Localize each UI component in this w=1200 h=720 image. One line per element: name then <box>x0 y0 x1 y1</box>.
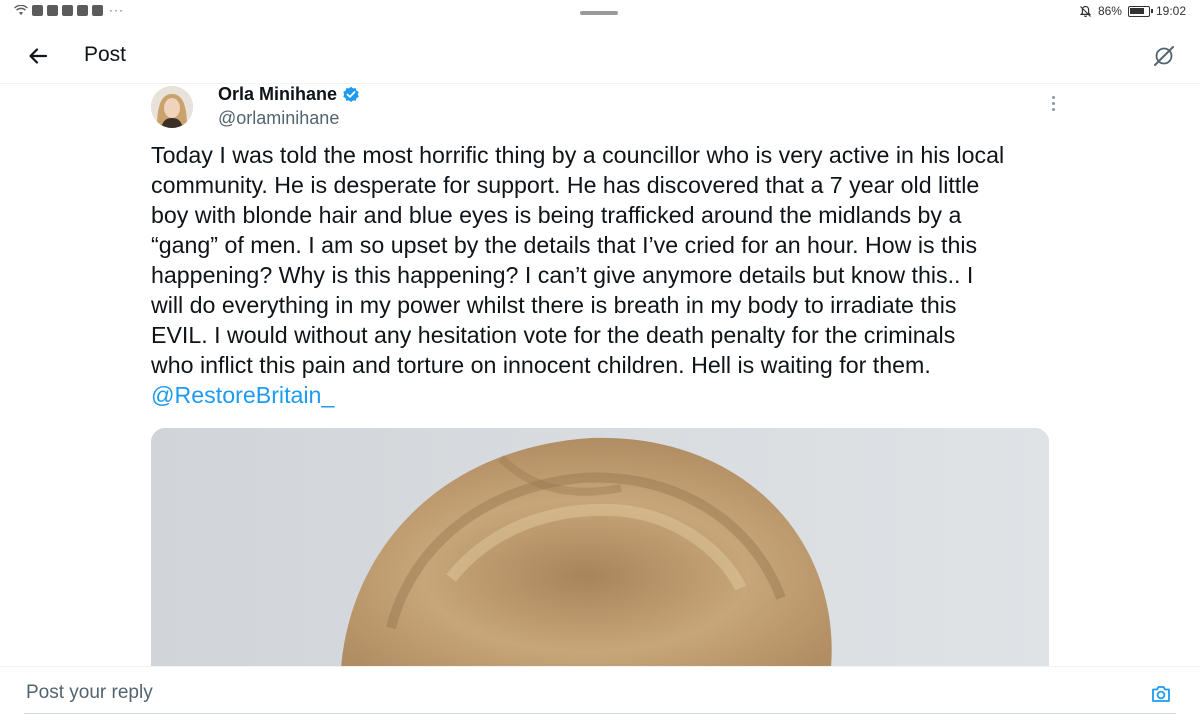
grok-button[interactable] <box>1148 40 1180 72</box>
post-image[interactable] <box>151 428 1049 668</box>
page-title: Post <box>84 43 127 66</box>
facebook-notification-icon <box>32 5 43 16</box>
arrow-left-icon <box>29 48 48 64</box>
wifi-icon <box>14 5 28 15</box>
battery-icon <box>1127 5 1153 17</box>
reply-bar <box>0 666 1200 720</box>
author-name[interactable]: Orla Minihane <box>218 84 337 105</box>
more-vertical-icon <box>1051 95 1055 99</box>
camera-button[interactable] <box>1148 681 1174 707</box>
mail-notification-icon <box>62 5 73 16</box>
facebook-notification-icon <box>47 5 58 16</box>
photo-of-child <box>151 428 1049 668</box>
avatar[interactable] <box>151 86 193 128</box>
profile-photo <box>151 86 193 128</box>
grok-icon <box>1154 46 1174 66</box>
verified-badge-icon <box>343 86 359 102</box>
status-bar: ··· 86% 19:02 <box>0 0 1200 26</box>
post-text: Today I was told the most horrific thing… <box>151 140 1051 410</box>
author-handle[interactable]: @orlaminihane <box>218 108 360 129</box>
mute-bell-icon <box>1079 5 1092 17</box>
clock: 19:02 <box>1155 4 1186 18</box>
more-options-button[interactable] <box>1044 94 1062 112</box>
post-body: Today I was told the most horrific thing… <box>151 142 1005 378</box>
reply-input[interactable] <box>26 682 1126 704</box>
back-button[interactable] <box>22 40 54 72</box>
mail-notification-icon <box>92 5 103 16</box>
top-bar: Post <box>0 26 1200 84</box>
post-author: Orla Minihane @orlaminihane <box>218 84 360 129</box>
status-notification-icons: ··· <box>14 3 124 17</box>
mail-notification-icon <box>77 5 88 16</box>
battery-percent: 86% <box>1097 4 1122 18</box>
battery-level <box>1129 7 1144 14</box>
mention-link[interactable]: @RestoreBritain_ <box>151 382 334 408</box>
author-name-row: Orla Minihane <box>218 84 360 105</box>
camera-icon <box>1152 686 1170 702</box>
more-notifications-icon: ··· <box>109 3 124 17</box>
status-right: 86% 19:02 <box>1079 4 1186 18</box>
drag-handle[interactable] <box>580 11 618 15</box>
reply-divider <box>24 713 1176 714</box>
